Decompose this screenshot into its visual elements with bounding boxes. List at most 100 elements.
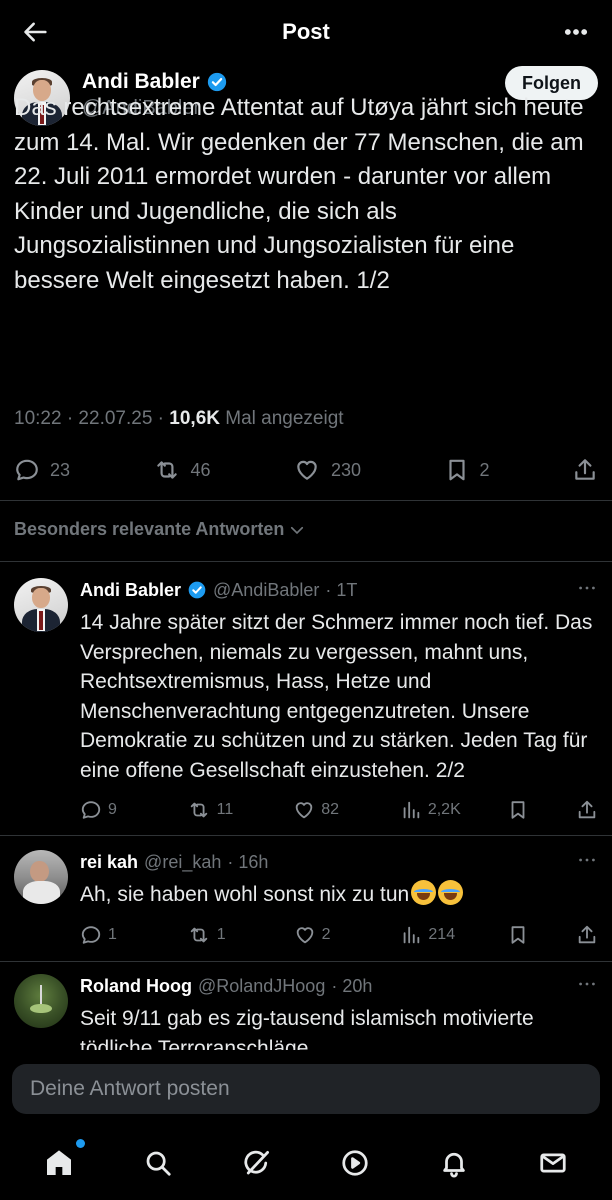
page-title: Post xyxy=(282,19,330,44)
share-icon xyxy=(575,459,595,480)
verified-badge-icon xyxy=(188,581,206,599)
reply-actions: 1 1 2 214 xyxy=(80,924,598,946)
reply-author-name[interactable]: rei kah xyxy=(80,852,138,873)
laughing-emoji-icon xyxy=(438,880,464,905)
repost-count: 46 xyxy=(190,459,211,480)
repost-button[interactable]: 11 xyxy=(187,799,247,821)
reply-count: 23 xyxy=(50,459,71,480)
reply-input-placeholder: Deine Antwort posten xyxy=(30,1077,230,1100)
bell-icon[interactable] xyxy=(434,1143,474,1183)
views-button[interactable]: 214 xyxy=(400,924,460,946)
top-bar: Post xyxy=(0,0,612,64)
notification-dot xyxy=(76,1139,86,1148)
repost-count: 1 xyxy=(216,925,226,943)
bookmark-count: 2 xyxy=(479,459,490,480)
repost-icon xyxy=(156,461,177,479)
like-button[interactable]: 230 xyxy=(293,457,361,483)
like-count: 2 xyxy=(321,925,331,943)
repost-icon xyxy=(190,927,208,942)
video-icon[interactable] xyxy=(335,1143,375,1183)
home-icon[interactable] xyxy=(39,1139,86,1183)
more-icon[interactable] xyxy=(576,577,598,604)
arrow-left-icon[interactable] xyxy=(20,16,52,48)
reply-author-name[interactable]: Roland Hoog xyxy=(80,976,192,997)
share-button[interactable] xyxy=(576,924,598,946)
like-count: 82 xyxy=(321,801,340,818)
reply-time: · 1T xyxy=(325,579,358,600)
reply-icon xyxy=(81,925,101,944)
heart-icon xyxy=(297,460,317,480)
reply-author-handle[interactable]: @AndiBabler xyxy=(213,580,319,601)
reply-icon xyxy=(16,459,38,481)
reply-clip: Roland Hoog @RolandJHoog · 20h Seit 9/11… xyxy=(0,962,612,1050)
reply-icon xyxy=(81,801,101,819)
reply-actions: 9 11 82 2,2K xyxy=(80,799,598,821)
post-text: Das rechtsextreme Attentat auf Utøya jäh… xyxy=(14,94,584,294)
avatar[interactable] xyxy=(14,850,68,904)
bookmark-icon xyxy=(511,925,525,944)
heart-icon xyxy=(295,802,313,819)
reply-item[interactable]: Roland Hoog @RolandJHoog · 20h Seit 9/11… xyxy=(0,974,612,1050)
post-views: 10,6K xyxy=(169,408,220,429)
sort-label: Besonders relevante Antworten xyxy=(14,519,285,539)
reply-text: 14 Jahre später sitzt der Schmerz immer … xyxy=(80,611,593,782)
reply-button[interactable]: 9 xyxy=(80,799,140,821)
reply-time: · 20h xyxy=(331,975,373,996)
like-count: 230 xyxy=(331,459,362,480)
more-icon[interactable] xyxy=(560,16,592,48)
reply-count: 9 xyxy=(108,801,117,818)
divider xyxy=(0,500,612,501)
more-icon[interactable] xyxy=(576,973,598,1000)
divider xyxy=(0,561,612,562)
reply-text: Ah, sie haben wohl sonst nix zu tun xyxy=(80,883,410,906)
repost-icon xyxy=(190,802,207,818)
views-count: 2,2K xyxy=(427,801,461,818)
post-time: 10:22 · 22.07.25 · xyxy=(14,408,170,429)
like-button[interactable]: 2 xyxy=(294,924,354,946)
repost-count: 11 xyxy=(216,801,234,818)
post-views-label: Mal angezeigt xyxy=(219,408,344,429)
verified-badge-icon xyxy=(207,72,227,92)
bookmark-button[interactable] xyxy=(507,799,529,821)
laughing-emoji-icon xyxy=(411,880,437,905)
analytics-icon xyxy=(404,926,420,943)
search-icon[interactable] xyxy=(138,1143,178,1183)
reply-button[interactable]: 23 xyxy=(14,457,70,483)
views-count: 214 xyxy=(428,925,456,943)
share-button[interactable] xyxy=(576,799,598,821)
reply-button[interactable]: 1 xyxy=(80,924,140,946)
like-button[interactable]: 82 xyxy=(293,799,353,821)
bottom-nav xyxy=(0,1126,612,1200)
reply-author-handle[interactable]: @rei_kah xyxy=(144,852,221,873)
share-icon xyxy=(578,800,596,819)
mail-icon[interactable] xyxy=(533,1143,573,1183)
avatar[interactable] xyxy=(14,578,68,632)
bookmark-icon xyxy=(448,459,465,481)
bookmark-icon xyxy=(511,801,525,819)
views-button[interactable]: 2,2K xyxy=(400,799,461,821)
repost-button[interactable]: 1 xyxy=(187,924,247,946)
analytics-icon xyxy=(403,801,420,819)
sort-dropdown[interactable]: Besonders relevante Antworten xyxy=(14,519,306,540)
bookmark-button[interactable]: 2 xyxy=(444,457,490,483)
post-meta: 10:22 · 22.07.25 · 10,6K Mal angezeigt xyxy=(14,408,344,430)
avatar[interactable] xyxy=(14,974,68,1028)
share-button[interactable] xyxy=(572,457,598,483)
reply-input[interactable]: Deine Antwort posten xyxy=(12,1064,600,1114)
divider xyxy=(0,835,612,836)
reply-count: 1 xyxy=(108,925,117,943)
chevron-down-icon xyxy=(291,526,304,534)
repost-button[interactable]: 46 xyxy=(153,457,211,483)
heart-icon xyxy=(296,926,313,943)
post-actions: 23 46 230 2 xyxy=(14,452,598,488)
reply-author-name[interactable]: Andi Babler xyxy=(80,580,181,601)
bookmark-button[interactable] xyxy=(507,924,529,946)
reply-author-handle[interactable]: @RolandJHoog xyxy=(198,976,325,997)
reply-item[interactable]: Andi Babler @AndiBabler · 1T 14 Jahre sp… xyxy=(0,578,612,821)
reply-item[interactable]: rei kah @rei_kah · 16h Ah, sie haben woh… xyxy=(0,850,612,946)
grok-icon[interactable] xyxy=(237,1143,277,1183)
reply-text: Seit 9/11 gab es zig-tausend islamisch m… xyxy=(80,1007,534,1050)
share-icon xyxy=(578,925,596,943)
reply-time: · 16h xyxy=(227,851,269,872)
more-icon[interactable] xyxy=(576,849,598,876)
